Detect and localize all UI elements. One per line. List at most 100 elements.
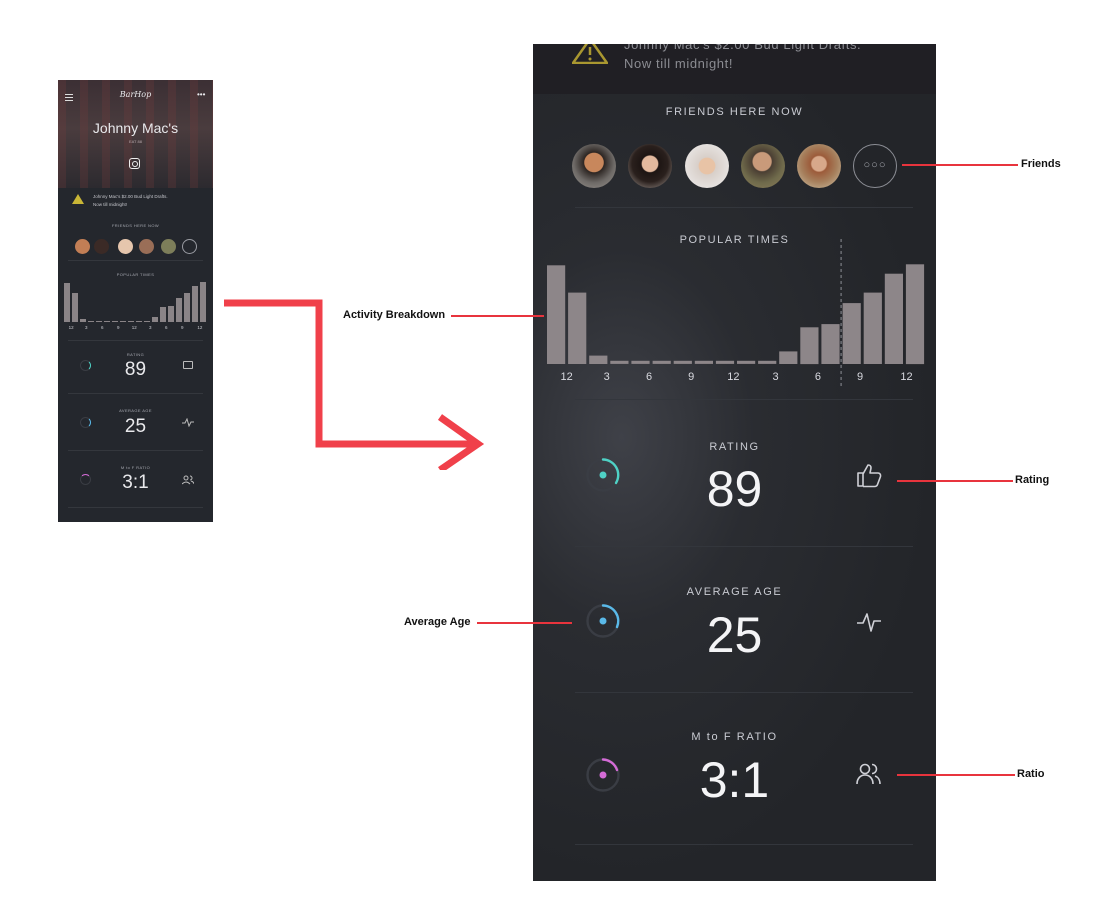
rating-label-small: RATING: [126, 352, 145, 357]
activity-callout-label: Activity Breakdown: [343, 309, 446, 321]
average-age-value: 25: [706, 607, 763, 663]
popular-times-bar: [589, 355, 608, 364]
popular-times-bar: [112, 320, 119, 322]
popular-times-title: POPULAR TIMES: [679, 234, 790, 246]
popular-times-tick: 9: [181, 325, 184, 330]
popular-times-bar: [884, 273, 903, 364]
popular-times-chart-small: [64, 280, 208, 322]
ratio-callout-line: [897, 774, 1015, 776]
transition-arrow: [224, 299, 485, 470]
friend-avatar[interactable]: [628, 144, 672, 188]
popular-times-bar: [168, 306, 175, 322]
rating-ring-small: [80, 360, 91, 371]
hamburger-icon[interactable]: [65, 94, 73, 101]
average-age-ring-small: [80, 417, 91, 428]
divider: [575, 844, 913, 845]
friend-avatar[interactable]: [741, 144, 785, 188]
popular-times-tick: 6: [101, 325, 104, 330]
popular-times-chart: [547, 239, 925, 388]
friend-avatar[interactable]: [75, 239, 90, 254]
popular-times-bar: [184, 293, 191, 322]
popular-times-bar: [104, 320, 111, 322]
popular-times-bar: [673, 360, 692, 364]
alert-line-2: Now till midnight!: [624, 56, 734, 71]
divider: [68, 340, 203, 341]
friend-avatar[interactable]: [139, 239, 154, 254]
popular-times-bar: [144, 320, 151, 322]
popular-times-tick: 12: [900, 371, 913, 383]
people-icon[interactable]: [856, 762, 882, 786]
popular-times-bar: [80, 318, 87, 322]
popular-times-bar: [547, 265, 566, 364]
divider: [68, 507, 203, 508]
ratio-callout-label: Ratio: [1017, 768, 1045, 780]
thumbs-up-icon[interactable]: [183, 361, 193, 369]
popular-times-ticks-small: 12 3 6 9 12 3 6 9 12: [64, 325, 208, 331]
popular-times-tick: 3: [85, 325, 88, 330]
average-age-label: AVERAGE AGE: [686, 586, 783, 598]
friend-avatar[interactable]: [797, 144, 841, 188]
rating-callout-line: [897, 480, 1013, 482]
ellipsis-icon[interactable]: •••: [197, 90, 205, 99]
popular-times-tick: 12: [560, 371, 573, 383]
popular-times-ticks: 12 3 6 9 12 3 6 9 12: [547, 371, 927, 385]
popular-times-bar: [842, 303, 861, 364]
ratio-value-small: 3:1: [122, 472, 149, 493]
average-age-value-small: 25: [124, 416, 147, 437]
friends-title: FRIENDS HERE NOW: [111, 223, 160, 228]
ratio-label-small: M to F RATIO: [120, 465, 151, 470]
more-friends-icon[interactable]: ○○○: [853, 144, 897, 188]
warning-icon: [572, 44, 608, 64]
rating-label: RATING: [709, 441, 760, 453]
friends-callout-line: [902, 164, 1018, 166]
friends-title: FRIENDS HERE NOW: [665, 106, 804, 118]
popular-times-bar: [737, 360, 756, 364]
popular-times-tick: 6: [165, 325, 168, 330]
venue-subtitle: EAT 88: [129, 139, 142, 144]
divider: [575, 692, 913, 693]
ratio-ring: [586, 758, 620, 792]
popular-times-bar: [152, 317, 159, 322]
divider: [68, 450, 203, 451]
popular-times-bar: [120, 320, 127, 322]
popular-times-tick: 12: [197, 325, 203, 330]
more-friends-icon[interactable]: [182, 239, 197, 254]
popular-times-bar: [631, 360, 650, 364]
divider: [68, 260, 203, 261]
popular-times-bar: [136, 320, 143, 322]
popular-times-bar: [715, 360, 735, 364]
popular-times-bar: [821, 324, 840, 364]
activity-pulse-icon[interactable]: [856, 611, 882, 633]
average-age-ring: [586, 604, 620, 638]
divider: [575, 207, 913, 208]
phone-detail-large: Johnny Mac's $2.00 Bud Light Drafts. Now…: [533, 44, 936, 881]
alert-line-1: Johnny Mac's $2.00 Bud Light Drafts.: [93, 194, 168, 199]
friend-avatar[interactable]: [161, 239, 176, 254]
popular-times-tick: 12: [131, 325, 137, 330]
friend-avatar[interactable]: [94, 239, 109, 254]
popular-times-bar: [905, 264, 925, 365]
popular-times-bar: [610, 360, 629, 364]
alert-line-1: Johnny Mac's $2.00 Bud Light Drafts.: [624, 44, 862, 52]
alert-banner[interactable]: Johnny Mac's $2.00 Bud Light Drafts. Now…: [533, 44, 936, 94]
venue-title: Johnny Mac's: [92, 120, 179, 136]
popular-times-bar: [863, 292, 882, 364]
alert-line-2: Now till midnight!: [93, 202, 128, 207]
popular-times-bar: [88, 320, 95, 322]
rating-value: 89: [706, 461, 763, 517]
activity-pulse-icon[interactable]: [182, 418, 194, 427]
instagram-icon[interactable]: [129, 158, 140, 169]
popular-times-tick: 6: [814, 371, 821, 383]
people-icon[interactable]: [182, 475, 194, 485]
friend-avatar[interactable]: [572, 144, 616, 188]
app-logo: BarHop: [119, 90, 152, 99]
thumbs-up-icon[interactable]: [856, 462, 882, 488]
popular-times-title: POPULAR TIMES: [116, 272, 155, 277]
friend-avatar[interactable]: [685, 144, 729, 188]
popular-times-bar: [64, 282, 71, 322]
ratio-ring-small: [80, 474, 91, 485]
popular-times-bar: [800, 327, 819, 365]
popular-times-bar: [192, 285, 199, 322]
average-age-callout-line: [477, 622, 572, 624]
friend-avatar[interactable]: [118, 239, 133, 254]
